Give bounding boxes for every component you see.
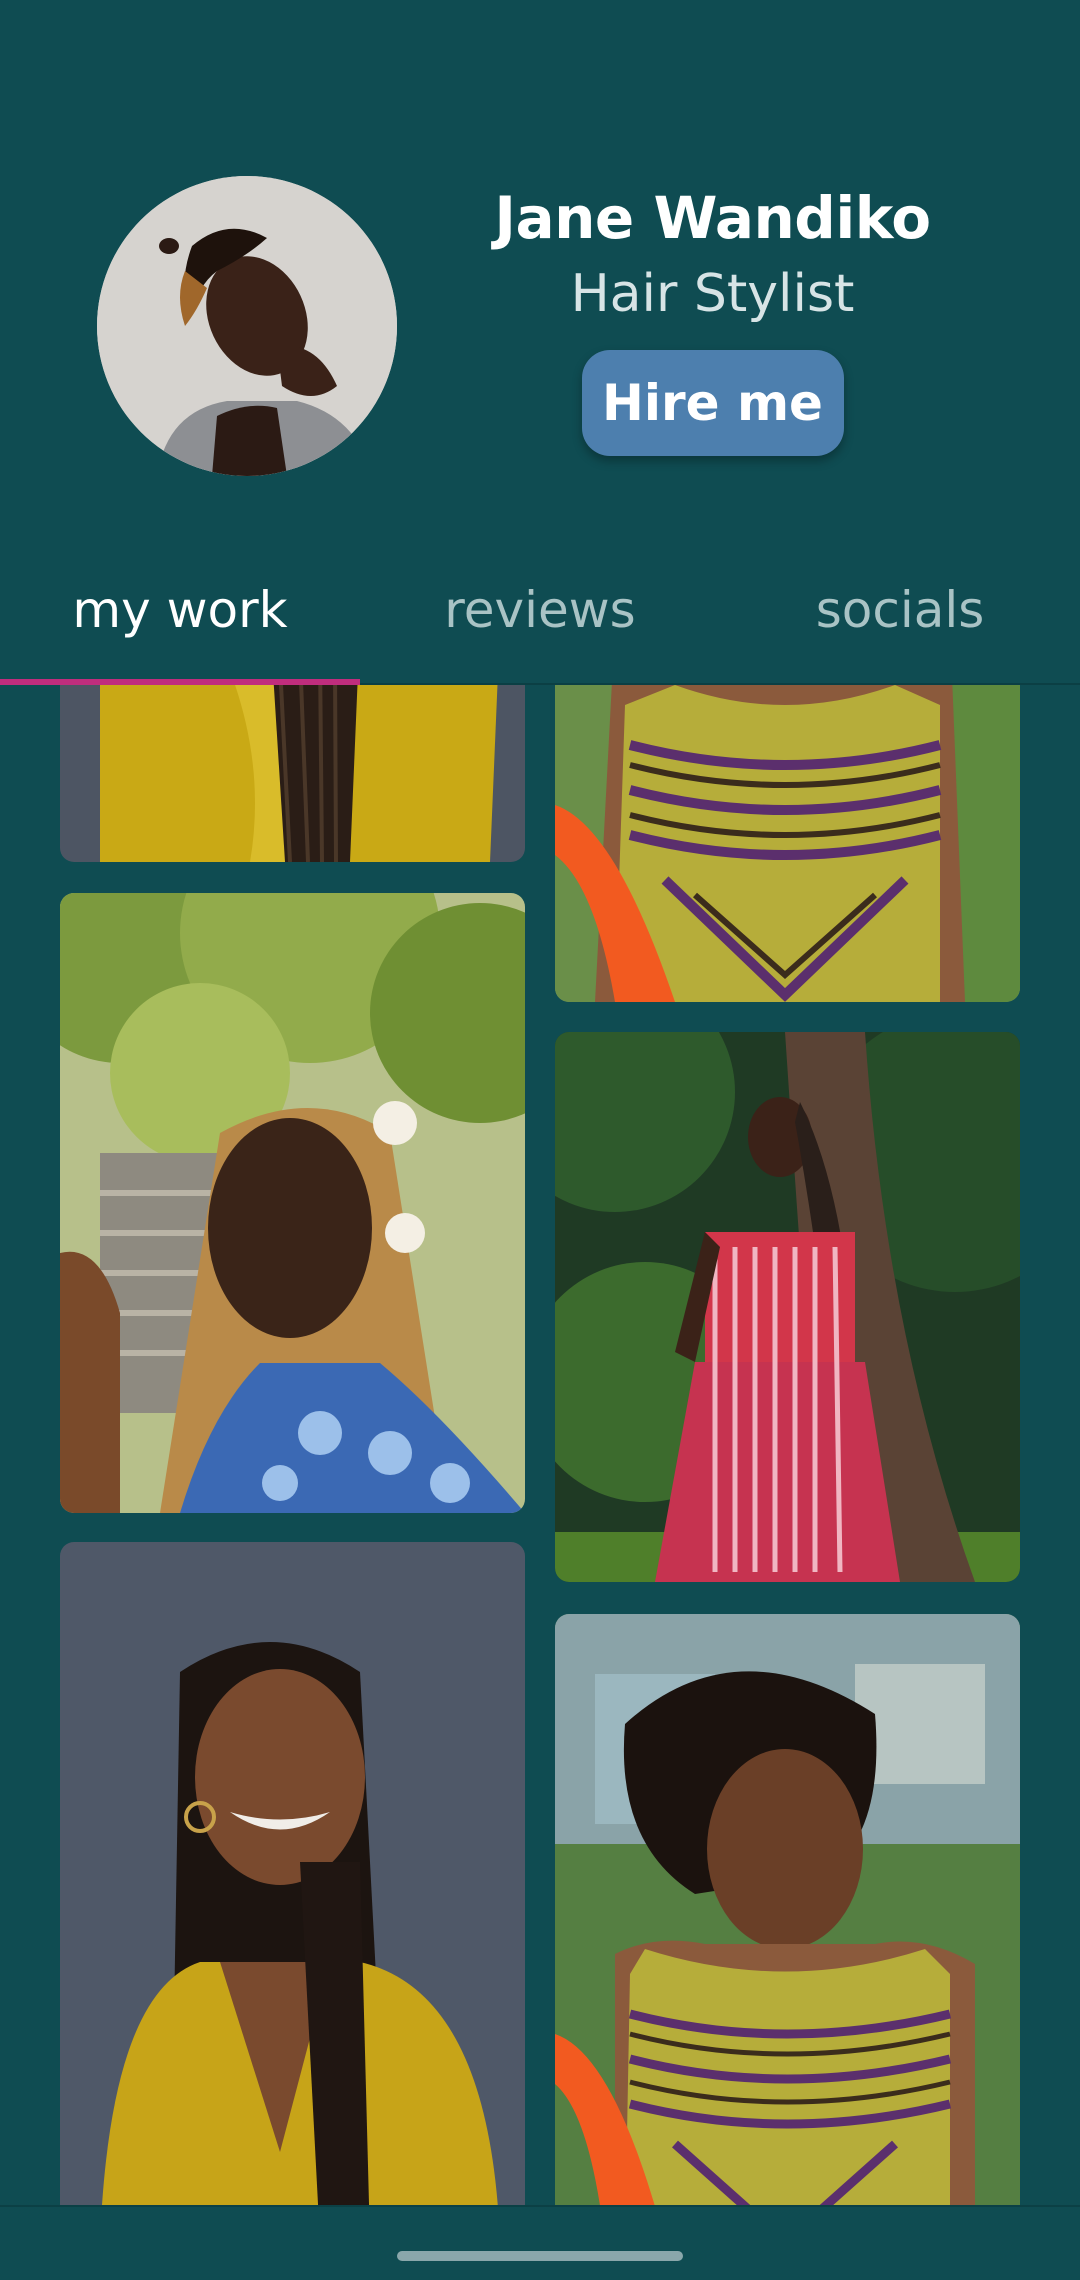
- profile-avatar[interactable]: [97, 176, 397, 476]
- system-navigation-bar: [0, 2205, 1080, 2280]
- profile-name: Jane Wandiko: [494, 184, 931, 252]
- gallery-photo-yellow-blouse-top[interactable]: [60, 685, 525, 862]
- home-gesture-handle[interactable]: [397, 2251, 683, 2261]
- profile-tabs: my work reviews socials: [0, 560, 1080, 685]
- tab-reviews[interactable]: reviews: [360, 560, 720, 678]
- avatar-image: [97, 176, 397, 476]
- profile-screen: Jane Wandiko Hair Stylist Hire me my wor…: [0, 0, 1080, 2280]
- tab-my-work[interactable]: my work: [0, 560, 360, 678]
- gallery-photo-smiling-braids[interactable]: [60, 1542, 525, 2205]
- gallery-photo-red-dress[interactable]: [555, 1032, 1020, 1582]
- gallery-photo-patterned-dress-top[interactable]: [555, 685, 1020, 1002]
- work-gallery: [0, 685, 1080, 2205]
- gallery-photo-blonde-braids[interactable]: [60, 893, 525, 1513]
- profile-header: Jane Wandiko Hair Stylist Hire me: [0, 0, 1080, 560]
- gallery-photo-curly-patterned-dress[interactable]: [555, 1614, 1020, 2205]
- profile-role: Hair Stylist: [570, 264, 855, 324]
- tab-socials[interactable]: socials: [720, 560, 1080, 678]
- hire-me-button[interactable]: Hire me: [581, 350, 844, 456]
- profile-info: Jane Wandiko Hair Stylist Hire me: [410, 178, 1015, 456]
